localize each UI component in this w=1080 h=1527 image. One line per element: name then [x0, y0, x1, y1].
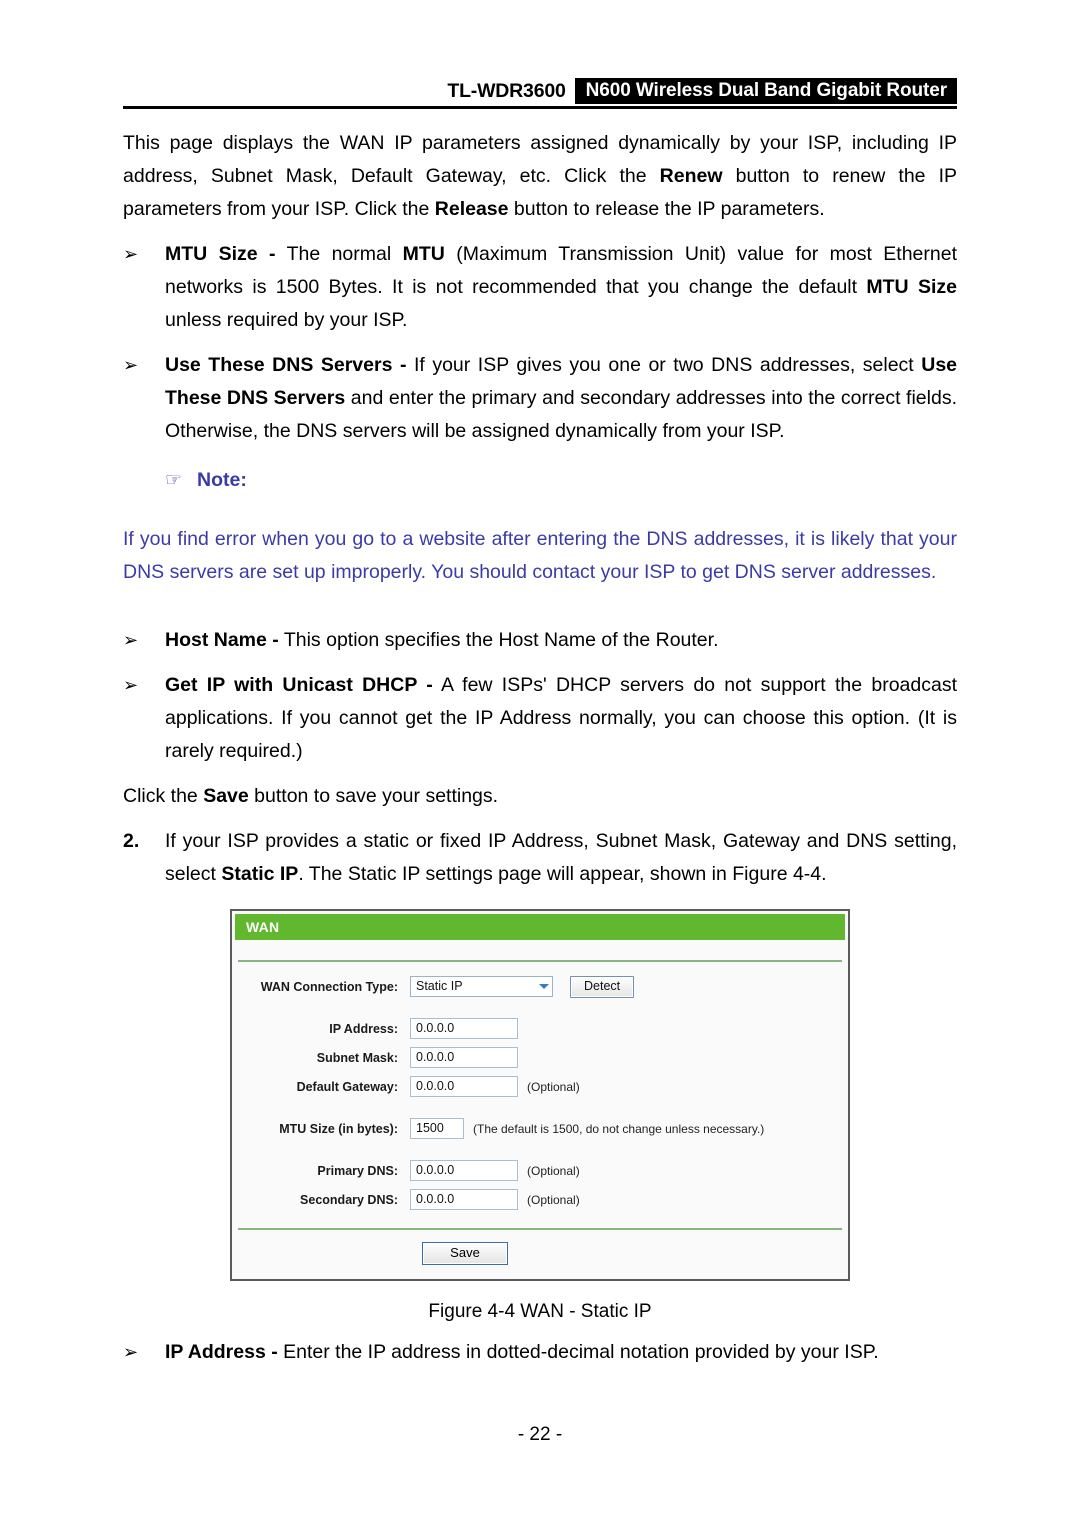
default-gateway-optional-hint: (Optional): [527, 1079, 580, 1094]
chevron-down-icon[interactable]: [535, 977, 552, 996]
row-wan-connection-type: WAN Connection Type: Static IP Detect: [232, 974, 848, 999]
arrow-bullet-icon: ➢: [123, 630, 139, 651]
label-ip-address: IP Address:: [329, 1021, 398, 1036]
row-secondary-dns: Secondary DNS: 0.0.0.0 (Optional): [232, 1187, 848, 1212]
bullet-text-mtu-size: MTU Size - The normal MTU (Maximum Trans…: [165, 238, 957, 337]
note-title-label: Note:: [197, 469, 247, 491]
header-rule: [123, 106, 957, 109]
bullet-text-host-name: Host Name - This option specifies the Ho…: [165, 624, 957, 657]
bullet-text-unicast-dhcp: Get IP with Unicast DHCP - A few ISPs' D…: [165, 669, 957, 768]
pointing-hand-icon: ☞: [165, 469, 183, 491]
term-mtu-size: MTU Size -: [165, 243, 276, 265]
intro-text-3: button to release the IP parameters.: [508, 198, 825, 220]
term-ip-address: IP Address -: [165, 1341, 278, 1363]
arrow-bullet-icon: ➢: [123, 675, 139, 696]
router-config-panel: WAN WAN Connection Type: Static IP Detec…: [230, 909, 850, 1281]
label-default-gateway: Default Gateway:: [296, 1079, 398, 1094]
secondary-dns-input[interactable]: 0.0.0.0: [410, 1189, 518, 1210]
panel-title: WAN: [246, 919, 280, 935]
mtu-text-3: unless required by your ISP.: [165, 309, 408, 331]
numbered-item-2: 2. If your ISP provides a static or fixe…: [123, 825, 957, 891]
row-mtu-size: MTU Size (in bytes): 1500 (The default i…: [232, 1116, 848, 1141]
bullet-item-ip-address: ➢ IP Address - Enter the IP address in d…: [123, 1336, 957, 1369]
save-keyword: Save: [203, 785, 249, 807]
step-number: 2.: [123, 830, 140, 852]
page-content: This page displays the WAN IP parameters…: [123, 127, 957, 1369]
row-primary-dns: Primary DNS: 0.0.0.0 (Optional): [232, 1158, 848, 1183]
ip-address-input[interactable]: 0.0.0.0: [410, 1018, 518, 1039]
bullet-text-dns-servers: Use These DNS Servers - If your ISP give…: [165, 349, 957, 448]
arrow-bullet-icon: ➢: [123, 244, 139, 265]
intro-paragraph: This page displays the WAN IP parameters…: [123, 127, 957, 226]
running-header: TL-WDR3600 N600 Wireless Dual Band Gigab…: [123, 78, 957, 110]
save-instruction-paragraph: Click the Save button to save your setti…: [123, 780, 957, 813]
panel-header-bar: WAN: [235, 914, 845, 940]
bullet-text-ip-address: IP Address - Enter the IP address in dot…: [165, 1336, 957, 1369]
figure-wan-static-ip: WAN WAN Connection Type: Static IP Detec…: [123, 909, 957, 1281]
mtu-text-1: The normal: [275, 243, 403, 265]
mtu-size-input[interactable]: 1500: [410, 1118, 464, 1139]
label-secondary-dns: Secondary DNS:: [300, 1192, 398, 1207]
host-name-text: This option specifies the Host Name of t…: [278, 629, 719, 651]
detect-button[interactable]: Detect: [570, 975, 635, 998]
mtu-size-keyword: MTU Size: [866, 276, 957, 298]
bullet-item-mtu-size: ➢ MTU Size - The normal MTU (Maximum Tra…: [123, 238, 957, 337]
term-get-ip-with-unicast-dhcp: Get IP with Unicast DHCP -: [165, 674, 433, 696]
page-number: - 22 -: [517, 1424, 563, 1445]
wan-connection-type-select[interactable]: Static IP: [410, 976, 553, 997]
bullet-item-unicast-dhcp: ➢ Get IP with Unicast DHCP - A few ISPs'…: [123, 669, 957, 768]
step-2-text: If your ISP provides a static or fixed I…: [165, 825, 957, 891]
release-keyword: Release: [434, 198, 509, 220]
row-default-gateway: Default Gateway: 0.0.0.0 (Optional): [232, 1074, 848, 1099]
mtu-size-hint: (The default is 1500, do not change unle…: [473, 1121, 765, 1136]
label-primary-dns: Primary DNS:: [317, 1163, 398, 1178]
dns-text-1: If your ISP gives you one or two DNS add…: [406, 354, 922, 376]
primary-dns-input[interactable]: 0.0.0.0: [410, 1160, 518, 1181]
page-footer: - 22 -: [0, 1424, 1080, 1446]
label-mtu-size: MTU Size (in bytes):: [279, 1121, 398, 1136]
row-subnet-mask: Subnet Mask: 0.0.0.0: [232, 1045, 848, 1070]
bullet-item-host-name: ➢ Host Name - This option specifies the …: [123, 624, 957, 657]
secondary-dns-optional-hint: (Optional): [527, 1192, 580, 1207]
primary-dns-optional-hint: (Optional): [527, 1163, 580, 1178]
bullet-item-dns-servers: ➢ Use These DNS Servers - If your ISP gi…: [123, 349, 957, 448]
wan-connection-type-value: Static IP: [416, 979, 463, 993]
note-block: ☞ Note: If you find error when you go to…: [123, 464, 957, 589]
panel-header-gap: [232, 940, 848, 960]
term-use-these-dns-servers: Use These DNS Servers -: [165, 354, 407, 376]
panel-footer: Save: [232, 1230, 848, 1279]
default-gateway-input[interactable]: 0.0.0.0: [410, 1076, 518, 1097]
row-ip-address: IP Address: 0.0.0.0: [232, 1016, 848, 1041]
save-line-text-1: Click the: [123, 785, 204, 807]
static-ip-keyword: Static IP: [221, 863, 299, 885]
renew-keyword: Renew: [659, 165, 723, 187]
subnet-mask-input[interactable]: 0.0.0.0: [410, 1047, 518, 1068]
note-title: ☞ Note:: [165, 464, 957, 497]
model-name: TL-WDR3600: [447, 80, 566, 102]
step2-text-2: . The Static IP settings page will appea…: [298, 863, 827, 885]
product-name-band: N600 Wireless Dual Band Gigabit Router: [574, 78, 957, 104]
save-button[interactable]: Save: [422, 1242, 508, 1265]
term-host-name: Host Name -: [165, 629, 279, 651]
arrow-bullet-icon: ➢: [123, 355, 139, 376]
note-body-text: If you find error when you go to a websi…: [123, 527, 957, 583]
label-wan-connection-type: WAN Connection Type:: [260, 979, 398, 994]
panel-form-body: WAN Connection Type: Static IP Detect IP…: [232, 962, 848, 1228]
save-line-text-2: button to save your settings.: [248, 785, 499, 807]
figure-caption: Figure 4-4 WAN - Static IP: [428, 1301, 652, 1322]
arrow-bullet-icon: ➢: [123, 1342, 139, 1363]
mtu-keyword: MTU: [402, 243, 445, 265]
label-subnet-mask: Subnet Mask:: [316, 1050, 398, 1065]
document-page: TL-WDR3600 N600 Wireless Dual Band Gigab…: [0, 0, 1080, 1527]
ip-address-description: Enter the IP address in dotted-decimal n…: [277, 1341, 879, 1363]
